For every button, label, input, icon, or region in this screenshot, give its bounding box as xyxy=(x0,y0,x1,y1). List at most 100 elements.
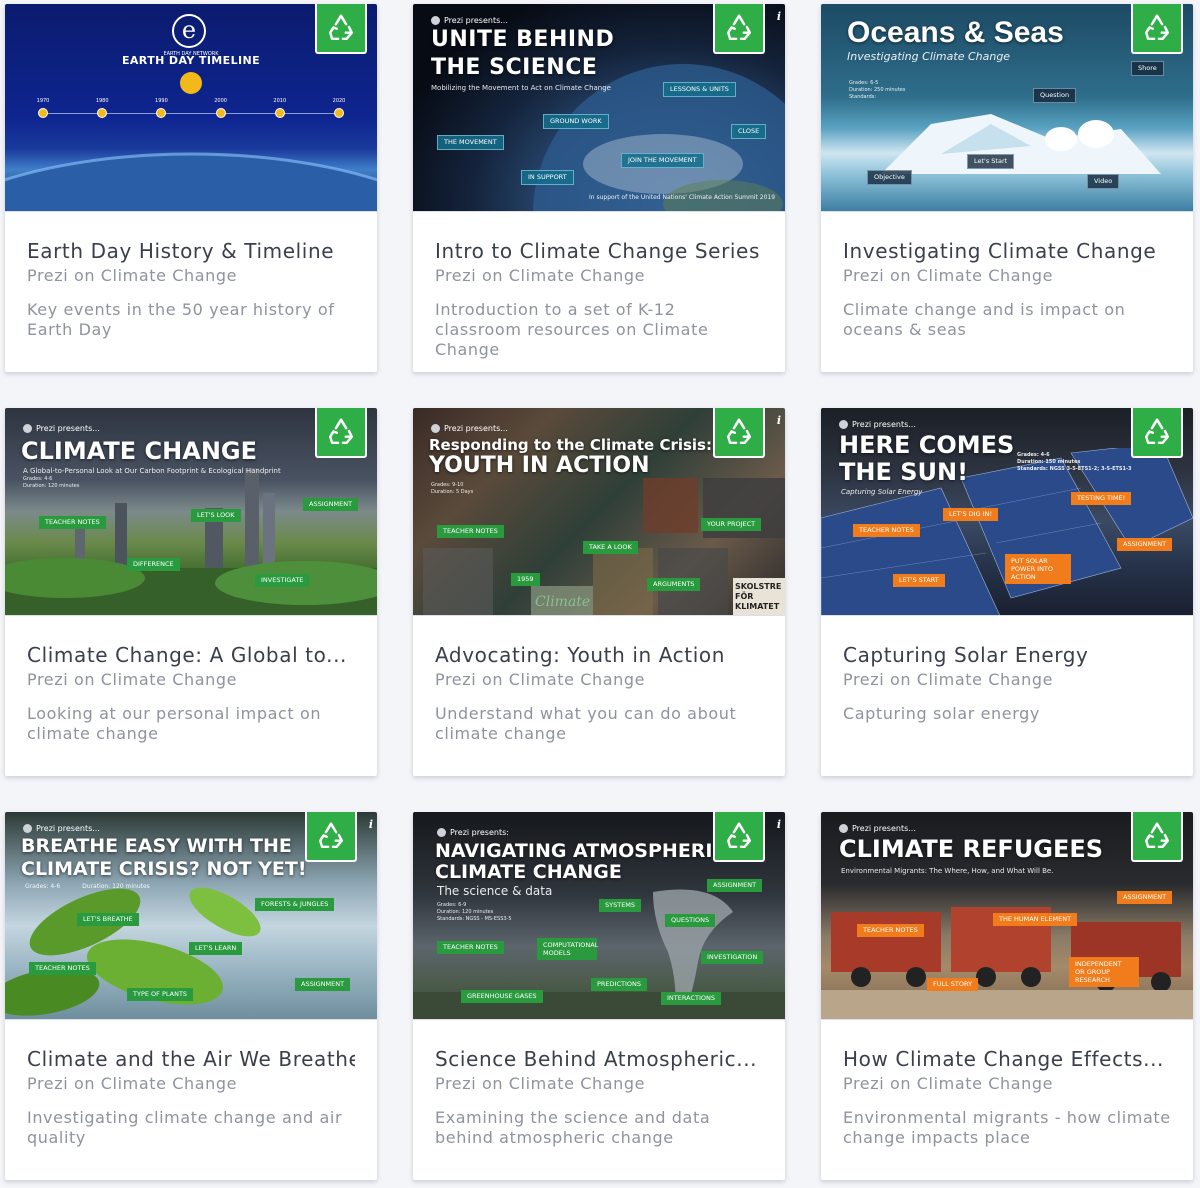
thumb-tag: ASSIGNMENT xyxy=(707,879,763,892)
card-author: Prezi on Climate Change xyxy=(27,670,238,689)
thumb-subtitle: Environmental Migrants: The Where, How, … xyxy=(841,867,1054,875)
thumb-tag: 1959 xyxy=(511,573,540,586)
thumb-tag: ASSIGNMENT xyxy=(1117,891,1173,904)
card-thumbnail[interactable]: Prezi presents... HERE COMES THE SUN! Ca… xyxy=(821,408,1193,616)
thumb-tag: INVESTIGATE xyxy=(255,574,310,587)
timeline-year-dot[interactable] xyxy=(156,108,167,118)
recycle-badge[interactable] xyxy=(713,812,765,862)
thumb-headline-1: UNITE BEHIND xyxy=(431,27,615,52)
card-title[interactable]: Capturing Solar Energy xyxy=(843,642,1171,668)
thumb-headline-2: CLIMATE CRISIS? NOT YET! xyxy=(21,858,307,880)
thumb-tag: Shore xyxy=(1131,61,1164,76)
timeline-year-dot[interactable] xyxy=(97,108,108,118)
card-earth-day[interactable]: e EARTH DAY NETWORK EARTH DAY TIMELINE 1… xyxy=(5,4,377,372)
card-description: Investigating climate change and air qua… xyxy=(27,1108,343,1147)
thumb-tag: LET'S LOOK xyxy=(191,509,241,522)
card-author: Prezi on Climate Change xyxy=(843,1074,1054,1093)
card-air-we-breathe[interactable]: Prezi presents... BREATHE EASY WITH THE … xyxy=(5,812,377,1180)
info-icon[interactable]: i xyxy=(777,10,781,23)
card-thumbnail[interactable]: Prezi presents... UNITE BEHIND THE SCIEN… xyxy=(413,4,785,212)
recycle-badge[interactable] xyxy=(1131,812,1183,862)
card-author: Prezi on Climate Change xyxy=(843,670,1054,689)
recycle-badge[interactable] xyxy=(1131,408,1183,458)
timeline-year-dot[interactable] xyxy=(215,108,226,118)
sign-text: SKOLSTREJK FÖR KLIMATET xyxy=(735,582,781,611)
timeline-year-label: 1980 xyxy=(95,98,109,104)
card-climate-refugees[interactable]: Prezi presents... CLIMATE REFUGEES Envir… xyxy=(821,812,1193,1180)
thumb-subtitle: The science & data xyxy=(437,884,553,898)
timeline-year-dot[interactable] xyxy=(334,108,344,118)
timeline-year-dot[interactable] xyxy=(38,108,48,118)
thumb-tag: TEACHER NOTES xyxy=(437,941,504,954)
recycle-badge[interactable] xyxy=(315,4,367,54)
thumb-headline-1: HERE COMES xyxy=(839,431,1015,459)
card-author: Prezi on Climate Change xyxy=(843,266,1054,285)
card-thumbnail[interactable]: Prezi presents... CLIMATE REFUGEES Envir… xyxy=(821,812,1193,1020)
card-title[interactable]: Climate and the Air We Breathe xyxy=(27,1046,355,1072)
recycle-badge[interactable] xyxy=(1131,4,1183,54)
thumb-tag: SYSTEMS xyxy=(599,899,642,912)
card-solar-energy[interactable]: Prezi presents... HERE COMES THE SUN! Ca… xyxy=(821,408,1193,776)
earth-graphic xyxy=(5,152,377,211)
card-climate-change-global[interactable]: Prezi presents... CLIMATE CHANGE A Globa… xyxy=(5,408,377,776)
thumb-headline-1: NAVIGATING ATMOSPHERIC xyxy=(435,840,727,862)
card-thumbnail[interactable]: Oceans & Seas Investigating Climate Chan… xyxy=(821,4,1193,212)
thumb-tag: FULL STORY xyxy=(927,978,979,991)
thumb-tag: COMPUTATIONAL MODELS xyxy=(537,938,598,960)
thumb-tag: LET'S START xyxy=(893,574,945,587)
thumb-tag: QUESTIONS xyxy=(665,914,716,927)
thumb-details: Grades: 6-9 Duration: 120 minutes Standa… xyxy=(437,902,512,922)
thumb-details: Grades: 9-10 Duration: 5 Days xyxy=(431,482,474,495)
card-thumbnail[interactable]: Prezi presents: NAVIGATING ATMOSPHERIC C… xyxy=(413,812,785,1020)
recycle-badge[interactable] xyxy=(713,408,765,458)
prezi-presents: Prezi presents: xyxy=(437,828,509,837)
thumb-tag: Let's Start xyxy=(967,154,1015,169)
card-description: Key events in the 50 year history of Ear… xyxy=(27,300,335,339)
thumb-tag: DIFFERENCE xyxy=(127,558,180,571)
thumb-tag: ASSIGNMENT xyxy=(303,498,359,511)
card-title[interactable]: Intro to Climate Change Series xyxy=(435,238,763,264)
card-thumbnail[interactable]: e EARTH DAY NETWORK EARTH DAY TIMELINE 1… xyxy=(5,4,377,212)
card-description: Introduction to a set of K-12 classroom … xyxy=(435,300,709,359)
recycle-icon xyxy=(326,417,356,447)
card-thumbnail[interactable]: Prezi presents... BREATHE EASY WITH THE … xyxy=(5,812,377,1020)
info-icon[interactable]: i xyxy=(777,414,781,427)
thumb-tag: THE MOVEMENT xyxy=(437,135,504,150)
card-title[interactable]: Earth Day History & Timeline xyxy=(27,238,355,264)
thumb-details: Grades: 4-6 Duration: 150 minutes Standa… xyxy=(1017,452,1132,472)
card-thumbnail[interactable]: Prezi presents... CLIMATE CHANGE A Globa… xyxy=(5,408,377,616)
card-title[interactable]: How Climate Change Effects... xyxy=(843,1046,1171,1072)
thumb-tag: JOIN THE MOVEMENT xyxy=(621,153,704,168)
card-title[interactable]: Climate Change: A Global to... xyxy=(27,642,355,668)
recycle-badge[interactable] xyxy=(305,812,357,862)
earth-day-logo: e xyxy=(172,14,206,48)
timeline-year-label: 1970 xyxy=(36,98,50,104)
recycle-badge[interactable] xyxy=(713,4,765,54)
thumb-headline-2: YOUTH IN ACTION xyxy=(429,453,650,478)
timeline-year-dot[interactable] xyxy=(274,108,285,118)
thumb-details: Grades: 4-6 Duration: 120 minutes xyxy=(25,883,150,890)
card-youth-in-action[interactable]: Prezi presents... Responding to the Clim… xyxy=(413,408,785,776)
card-title[interactable]: Investigating Climate Change xyxy=(843,238,1171,264)
thumb-subtitle: A Global-to-Personal Look at Our Carbon … xyxy=(23,467,281,475)
thumb-headline-1: Responding to the Climate Crisis: xyxy=(429,436,712,454)
prezi-presents: Prezi presents... xyxy=(431,424,508,433)
card-oceans-seas[interactable]: Oceans & Seas Investigating Climate Chan… xyxy=(821,4,1193,372)
thumb-tag: TEACHER NOTES xyxy=(39,516,106,529)
card-author: Prezi on Climate Change xyxy=(435,670,646,689)
thumb-footer: In support of the United Nations' Climat… xyxy=(589,194,776,201)
recycle-icon xyxy=(724,13,754,43)
prezi-presents: Prezi presents... xyxy=(23,424,100,433)
card-description: Looking at our personal impact on climat… xyxy=(27,704,322,743)
card-thumbnail[interactable]: Prezi presents... Responding to the Clim… xyxy=(413,408,785,616)
recycle-badge[interactable] xyxy=(315,408,367,458)
card-title[interactable]: Advocating: Youth in Action xyxy=(435,642,763,668)
info-icon[interactable]: i xyxy=(369,818,373,831)
recycle-icon xyxy=(326,13,356,43)
thumb-subtitle: Capturing Solar Energy xyxy=(841,488,923,496)
card-intro-climate[interactable]: Prezi presents... UNITE BEHIND THE SCIEN… xyxy=(413,4,785,372)
card-title[interactable]: Science Behind Atmospheric... xyxy=(435,1046,763,1072)
card-atmospheric[interactable]: Prezi presents: NAVIGATING ATMOSPHERIC C… xyxy=(413,812,785,1180)
info-icon[interactable]: i xyxy=(777,818,781,831)
card-author: Prezi on Climate Change xyxy=(435,266,646,285)
